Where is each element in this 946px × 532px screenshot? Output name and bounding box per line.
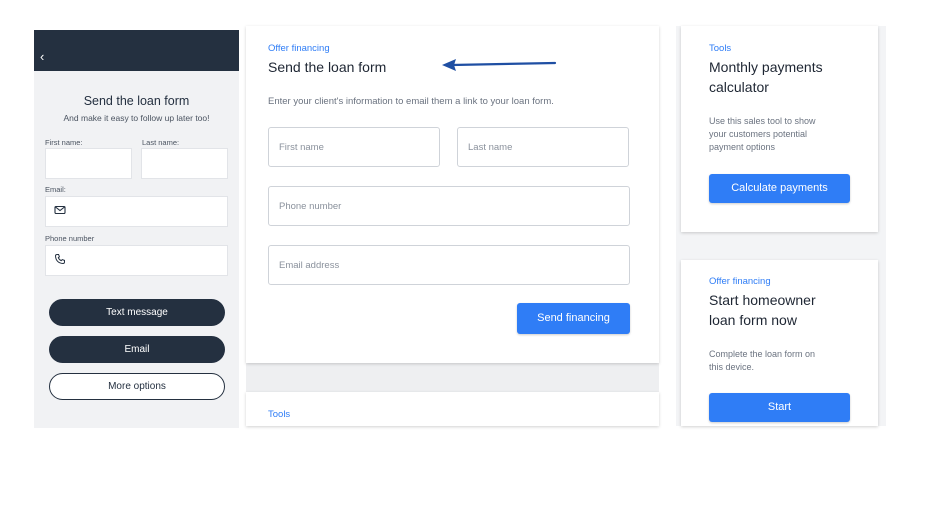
- phone-icon: [54, 254, 65, 265]
- monthly-body-line3: payment options: [709, 142, 776, 152]
- monthly-body-line1: Use this sales tool to show: [709, 116, 816, 126]
- card-hint: Enter your client's information to email…: [268, 96, 554, 107]
- monthly-title-line2: calculator: [709, 79, 769, 95]
- monthly-eyebrow: Tools: [709, 43, 732, 54]
- email-address-field[interactable]: [268, 245, 630, 285]
- tools-card: Tools: [246, 392, 659, 426]
- homeowner-title-line1: Start homeowner: [709, 292, 816, 308]
- homeowner-loan-card: Offer financing Start homeowner loan for…: [681, 260, 878, 426]
- mobile-email-input[interactable]: [45, 196, 228, 227]
- phone-number-field[interactable]: [268, 186, 630, 226]
- mobile-phone-input[interactable]: [45, 245, 228, 276]
- first-name-label: First name:: [45, 138, 83, 147]
- first-name-input[interactable]: [269, 128, 439, 166]
- homeowner-body-line1: Complete the loan form on: [709, 349, 816, 359]
- last-name-field[interactable]: [457, 127, 629, 167]
- card-eyebrow: Offer financing: [268, 43, 330, 54]
- tools-eyebrow: Tools: [268, 409, 291, 420]
- last-name-input[interactable]: [458, 128, 628, 166]
- mobile-header: ‹: [34, 30, 239, 71]
- phone-number-input[interactable]: [269, 187, 629, 225]
- card-title: Send the loan form: [268, 59, 387, 75]
- homeowner-title-line2: loan form now: [709, 312, 797, 328]
- first-name-field[interactable]: [268, 127, 440, 167]
- mobile-last-name-input[interactable]: [141, 148, 228, 179]
- annotation-arrow: [442, 59, 557, 71]
- monthly-payments-card: Tools Monthly payments calculator Use th…: [681, 26, 878, 232]
- phone-label: Phone number: [45, 234, 95, 243]
- homeowner-eyebrow: Offer financing: [709, 276, 771, 287]
- chevron-left-icon[interactable]: ‹: [40, 50, 44, 63]
- send-loan-form-card: Offer financing Send the loan form Enter…: [246, 26, 659, 363]
- email-label: Email:: [45, 185, 66, 194]
- homeowner-body-line2: this device.: [709, 362, 755, 372]
- text-message-button[interactable]: Text message: [49, 299, 225, 326]
- mobile-subtitle: And make it easy to follow up later too!: [63, 113, 210, 123]
- calculate-payments-button[interactable]: Calculate payments: [709, 174, 850, 203]
- email-address-input[interactable]: [269, 246, 629, 284]
- mobile-title: Send the loan form: [83, 94, 190, 108]
- monthly-body-line2: your customers potential: [709, 129, 808, 139]
- send-financing-button[interactable]: Send financing: [517, 303, 630, 334]
- last-name-label: Last name:: [142, 138, 180, 147]
- start-button[interactable]: Start: [709, 393, 850, 422]
- mail-icon: [54, 205, 66, 215]
- mobile-first-name-input[interactable]: [45, 148, 132, 179]
- more-options-button[interactable]: More options: [49, 373, 225, 400]
- monthly-title-line1: Monthly payments: [709, 59, 823, 75]
- email-button[interactable]: Email: [49, 336, 225, 363]
- mobile-preview-panel: ‹ Send the loan form And make it easy to…: [34, 30, 239, 428]
